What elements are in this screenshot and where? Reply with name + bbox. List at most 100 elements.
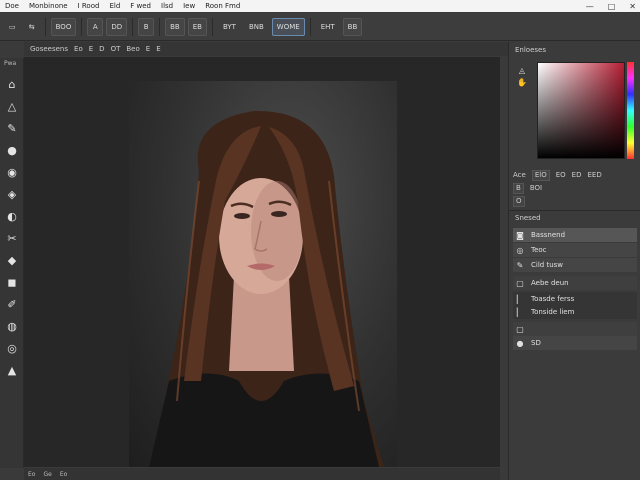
doc-tab-item[interactable]: Eo (74, 45, 83, 53)
brush-tool-icon[interactable]: ✎ (4, 120, 20, 136)
layer-label: Teoc (531, 246, 547, 254)
color-option[interactable]: EO (556, 171, 566, 179)
option-button[interactable]: BB (342, 17, 363, 36)
eyedropper-icon[interactable]: ✋ (517, 78, 527, 88)
color-field[interactable] (537, 62, 625, 159)
divider (309, 17, 311, 36)
doc-tab-item[interactable]: E (156, 45, 160, 53)
layer-row[interactable]: ▢ Aebe deun (513, 276, 637, 290)
menu-item[interactable]: Roon Fmd (200, 2, 245, 10)
menu-item[interactable]: Eld (104, 2, 125, 10)
divider (81, 17, 83, 36)
status-bar: Eo Ge Eo (24, 468, 500, 480)
spot-tool-icon[interactable]: ● (4, 142, 20, 158)
shape-tool-icon[interactable]: ◼ (4, 274, 20, 290)
menu-item[interactable]: Iew (178, 2, 200, 10)
layer-label: Bassnend (531, 231, 566, 239)
portrait-photo (129, 81, 397, 467)
layer-label: SD (531, 339, 541, 347)
option-button[interactable]: EB (187, 17, 207, 36)
tools-title: Pwa (4, 60, 17, 67)
option-button[interactable]: B (138, 17, 155, 36)
status-item: Eo (59, 470, 68, 478)
layer-label: Aebe deun (531, 279, 569, 287)
history-tool-icon[interactable]: ◈ (4, 186, 20, 202)
edit-tool-icon[interactable]: ✐ (4, 296, 20, 312)
divider (159, 17, 161, 36)
color-option[interactable]: ED (572, 171, 582, 179)
crop-tool-icon[interactable]: ✂ (4, 230, 20, 246)
tools-panel: Pwa ⌂ △ ✎ ● ◉ ◈ ◐ ✂ ◆ ◼ ✐ ◍ ◎ ▲ (0, 58, 24, 468)
menu-bar: Doe Monbinone I Rood Eld F wed Ilsd Iew … (0, 0, 640, 12)
divider (211, 17, 213, 36)
layer-row[interactable]: ▏ Tonside liem (513, 305, 637, 319)
color-row: O (513, 195, 637, 207)
layer-label: Tonside liem (531, 308, 575, 316)
doc-tab-item[interactable]: D (99, 45, 104, 53)
color-option[interactable]: EED (587, 171, 601, 179)
minimize-icon[interactable]: — (586, 2, 594, 11)
options-bar: ▭ ⇆ BOO A DD B BB EB BYT BNB WOME EHT BB (0, 13, 640, 41)
hue-slider[interactable] (627, 62, 634, 159)
layer-row[interactable]: ✎ Cild tusw (513, 258, 637, 272)
layer-row[interactable]: ▢ (513, 322, 637, 336)
layer-icon: ▏ (516, 294, 524, 304)
color-panel-title: Enloeses (515, 46, 546, 54)
swatch-icon[interactable]: ◬ (517, 66, 527, 76)
color-value[interactable]: BOI (530, 184, 542, 192)
option-button[interactable]: A (87, 17, 104, 36)
document-tab[interactable]: Goseesens (30, 45, 68, 53)
layer-label: Toasde ferss (531, 295, 575, 303)
menu-item[interactable]: Ilsd (156, 2, 178, 10)
document-tab-bar: Goseesens Eo E D OT Beo E E (24, 42, 508, 56)
maximize-icon[interactable]: □ (608, 2, 616, 11)
home-icon[interactable]: ▭ (4, 18, 21, 36)
doc-tab-item[interactable]: E (146, 45, 150, 53)
pen-tool-icon[interactable]: ◆ (4, 252, 20, 268)
sharpen-tool-icon[interactable]: ▲ (4, 362, 20, 378)
close-icon[interactable]: ✕ (629, 2, 636, 11)
color-option[interactable]: ElO (531, 169, 550, 181)
layer-row[interactable]: ● SD (513, 336, 637, 350)
menu-item[interactable]: Doe (0, 2, 24, 10)
layer-icon: ▢ (516, 278, 524, 288)
lasso-tool-icon[interactable]: △ (4, 98, 20, 114)
option-button[interactable]: BOO (50, 17, 77, 36)
option-button[interactable]: EHT (316, 18, 340, 36)
doc-tab-item[interactable]: Beo (126, 45, 139, 53)
layers-panel-title: Snesed (515, 214, 541, 222)
color-row: B BOI (513, 182, 637, 194)
color-row: Ace ElO EO ED EED (513, 169, 637, 181)
blur-tool-icon[interactable]: ◎ (4, 340, 20, 356)
option-button[interactable]: BB (165, 17, 185, 36)
arrow-icon[interactable]: ⇆ (24, 18, 40, 36)
doc-tab-item[interactable]: E (89, 45, 93, 53)
option-button-active[interactable]: WOME (271, 17, 305, 36)
menu-item[interactable]: F wed (125, 2, 156, 10)
menu-item[interactable]: Monbinone (24, 2, 73, 10)
panel-divider (509, 210, 640, 211)
menu-item[interactable]: I Rood (73, 2, 105, 10)
portrait-image (149, 110, 384, 467)
option-button[interactable]: DD (106, 17, 128, 36)
option-button[interactable]: BNB (244, 18, 269, 36)
layer-row[interactable]: ◙ Bassnend (513, 228, 637, 242)
dodge-tool-icon[interactable]: ◍ (4, 318, 20, 334)
move-tool-icon[interactable]: ⌂ (4, 76, 20, 92)
window-controls: — □ ✕ (586, 0, 636, 12)
color-option[interactable]: O (513, 195, 525, 207)
layer-icon: ● (516, 338, 524, 348)
canvas-area[interactable] (24, 57, 500, 467)
right-panels: Enloeses ◬ ✋ Ace ElO EO ED EED B BOI O S… (508, 42, 640, 480)
doc-tab-item[interactable]: OT (111, 45, 121, 53)
layer-icon: ✎ (516, 260, 524, 270)
layer-icon: ◙ (516, 230, 524, 240)
color-option[interactable]: B (513, 182, 524, 194)
layer-row[interactable]: ◎ Teoc (513, 243, 637, 257)
layer-row[interactable]: ▏ Toasde ferss (513, 292, 637, 306)
stamp-tool-icon[interactable]: ◉ (4, 164, 20, 180)
layer-icon: ◎ (516, 245, 524, 255)
gradient-tool-icon[interactable]: ◐ (4, 208, 20, 224)
option-button[interactable]: BYT (218, 18, 241, 36)
layer-icon: ▢ (516, 324, 524, 334)
